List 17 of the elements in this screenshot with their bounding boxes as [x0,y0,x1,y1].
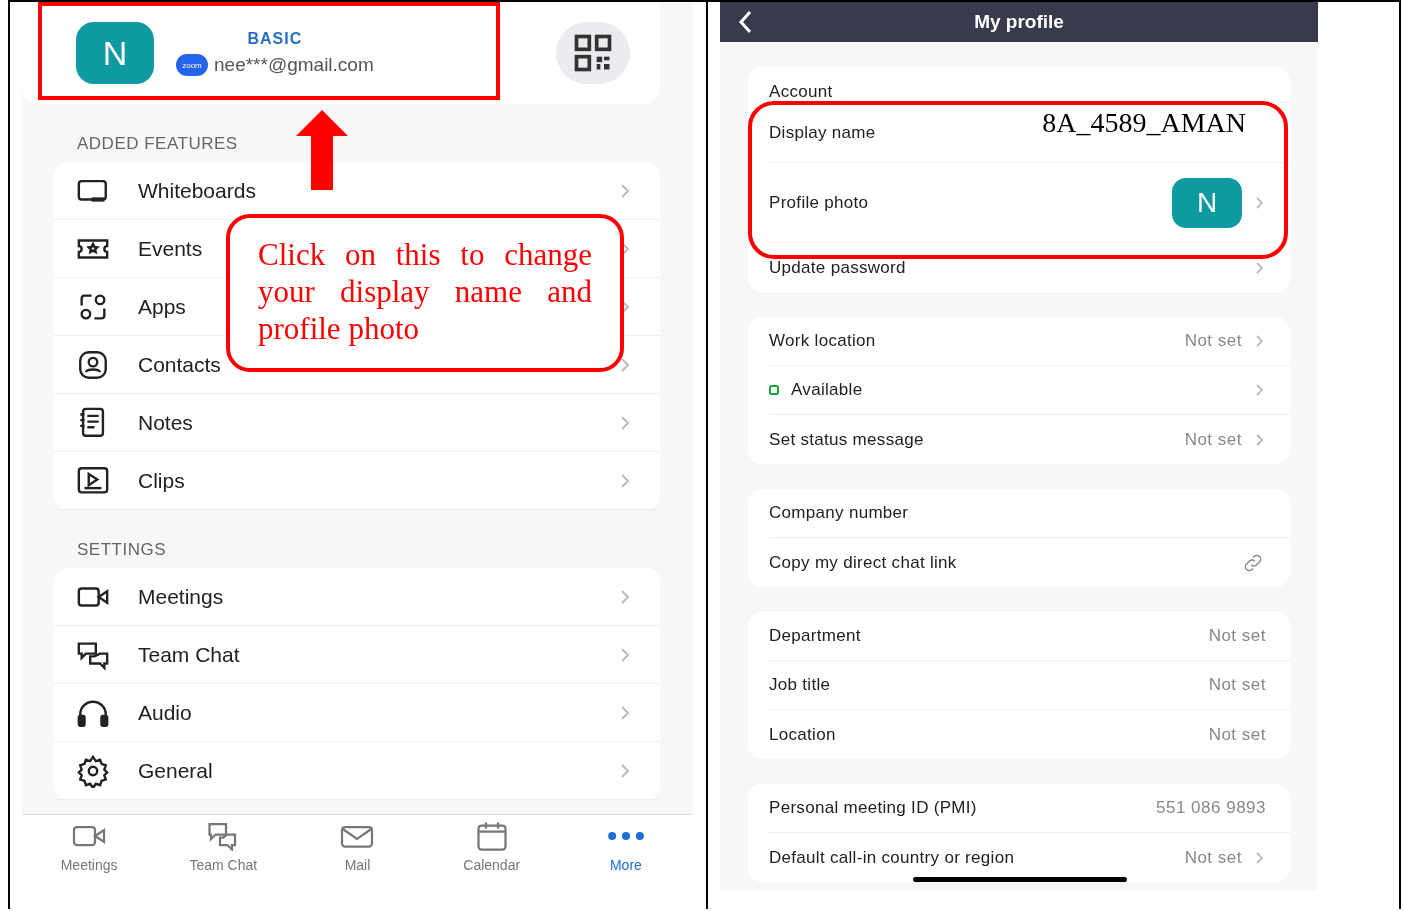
row-value: Not set [1184,429,1242,450]
row-value: Not set [1208,724,1266,745]
avatar: N [76,22,154,84]
section-heading: ADDED FEATURES [77,134,238,154]
app-logo: zoom [176,54,208,76]
row-value: Not set [1184,331,1242,351]
avatar: N [1172,177,1242,228]
section-heading: SETTINGS [77,540,166,560]
row-value: 551 086 9893 [1156,798,1266,818]
screen-title: My profile [974,11,1064,33]
plan-label: BASIC [247,30,303,48]
row-value: Not set [1208,626,1266,646]
display-name-value: 8A_4589_AMAN [1042,106,1246,139]
row-value: Not set [1208,675,1266,695]
callout-text: Click on this to change your display name and profile photo [258,236,592,347]
email-text: nee***@gmail.com [214,54,374,76]
row-value: Not set [1184,847,1242,868]
